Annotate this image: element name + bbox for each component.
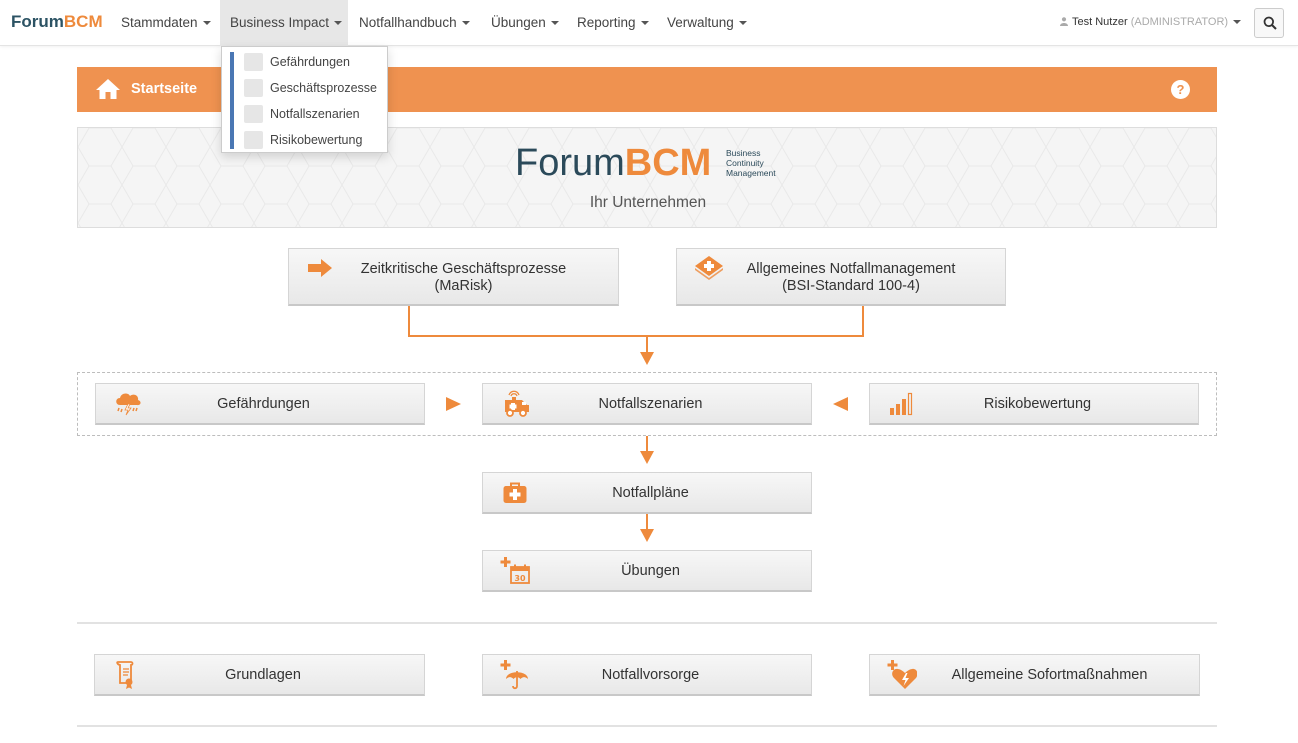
zeitkritische-geschaeftsprozesse-button[interactable]: Zeitkritische Geschäftsprozesse (MaRisk) [288,248,619,306]
grundlagen-button[interactable]: Grundlagen [94,654,425,696]
tile-label: Notfallvorsorge [601,667,700,683]
user-icon [1060,17,1068,26]
uebungen-button[interactable]: 30 Übungen [482,550,812,592]
gefaehrdungen-button[interactable]: Gefährdungen [95,383,425,425]
tile-label: Notfallpläne [612,485,689,501]
dropdown-item-label: Gefährdungen [270,55,350,69]
allgemeine-sofortmassnahmen-button[interactable]: Allgemeine Sofortmaßnahmen [869,654,1200,696]
chevron-down-icon [640,21,649,26]
tile-label: Risikobewertung [983,396,1092,412]
flow-connector [862,306,864,336]
chevron-down-icon [550,21,559,26]
page-title: Startseite [131,81,198,97]
document-icon [244,131,263,149]
ambulance-icon [244,105,263,123]
notfallszenarien-button[interactable]: Notfallszenarien [482,383,812,425]
nav-stammdaten[interactable]: Stammdaten [111,0,221,46]
nav-notfallhandbuch-label: Notfallhandbuch [359,15,457,30]
notfallvorsorge-button[interactable]: Notfallvorsorge [482,654,812,696]
tile-label: Grundlagen [225,667,301,683]
forumbcm-logo: ForumBCM [515,142,711,185]
divider [77,725,1217,727]
logo-text-forum: Forum [515,142,625,184]
flow-connector [408,306,410,336]
chevron-down-icon [202,21,211,26]
risikobewertung-button[interactable]: Risikobewertung [869,383,1199,425]
tile-label: Notfallszenarien [598,396,703,412]
tile-label: Zeitkritische Geschäftsprozesse [360,261,567,277]
user-role: (ADMINISTRATOR) [1130,16,1229,28]
nav-notfallhandbuch[interactable]: Notfallhandbuch [349,0,480,46]
logo-text-bcm: BCM [624,142,712,184]
allgemeines-notfallmanagement-button[interactable]: Allgemeines Notfallmanagement (BSI-Standa… [676,248,1006,306]
tile-label: Allgemeines Notfallmanagement [746,261,956,277]
dropdown-item-label: Risikobewertung [270,133,363,147]
arrow-down-icon [640,451,654,464]
flow-connector [408,335,864,337]
dropdown-accent-bar [230,52,234,149]
logo-sub-line: Continuity [726,158,764,168]
arrow-right-icon [244,79,263,97]
search-icon [1263,16,1277,30]
notfallplaene-button[interactable]: Notfallpläne [482,472,812,514]
dropdown-item-label: Notfallszenarien [270,107,360,121]
nav-verwaltung[interactable]: Verwaltung [657,0,757,46]
nav-business-impact-label: Business Impact [230,15,330,30]
tile-sublabel: (MaRisk) [434,278,493,294]
user-menu[interactable]: Test Nutzer (ADMINISTRATOR) [1060,0,1242,46]
nav-business-impact[interactable]: Business Impact [220,0,348,46]
nav-verwaltung-label: Verwaltung [667,15,734,30]
chevron-down-icon [1233,20,1242,25]
nav-uebungen-label: Übungen [491,15,546,30]
business-impact-dropdown: Gefährdungen Geschäftsprozesse Notfallsz… [221,46,388,153]
divider [77,622,1217,624]
logo-sub-line: Management [726,168,776,178]
chevron-down-icon [738,21,747,26]
tile-label: Übungen [621,563,680,579]
logo-sub-line: Business [726,148,761,158]
brand-text-bcm: BCM [63,12,103,31]
help-icon[interactable]: ? [1171,80,1190,99]
search-button[interactable] [1254,8,1284,38]
chevron-down-icon [334,21,343,26]
home-icon [96,79,120,99]
nav-reporting[interactable]: Reporting [567,0,659,46]
tile-label: Allgemeine Sofortmaßnahmen [951,667,1148,683]
arrow-down-icon [640,529,654,542]
company-name: Ihr Unternehmen [589,194,707,211]
tile-sublabel: (BSI-Standard 100-4) [782,278,920,294]
nav-stammdaten-label: Stammdaten [121,15,198,30]
tile-label: Gefährdungen [217,396,310,412]
user-name: Test Nutzer [1072,16,1128,28]
storm-cloud-icon [244,53,263,71]
brand-logo[interactable]: ForumBCM [11,12,103,32]
brand-text-forum: Forum [11,12,64,31]
nav-uebungen[interactable]: Übungen [481,0,569,46]
logo-subtitle: Business Continuity Management [726,148,776,178]
chevron-down-icon [461,21,470,26]
dropdown-item-label: Geschäftsprozesse [270,81,377,95]
nav-reporting-label: Reporting [577,15,636,30]
arrow-down-icon [640,352,654,365]
arrow-right-icon [446,397,461,411]
top-navbar: ForumBCM Stammdaten Business Impact Notf… [0,0,1298,46]
arrow-left-icon [833,397,848,411]
